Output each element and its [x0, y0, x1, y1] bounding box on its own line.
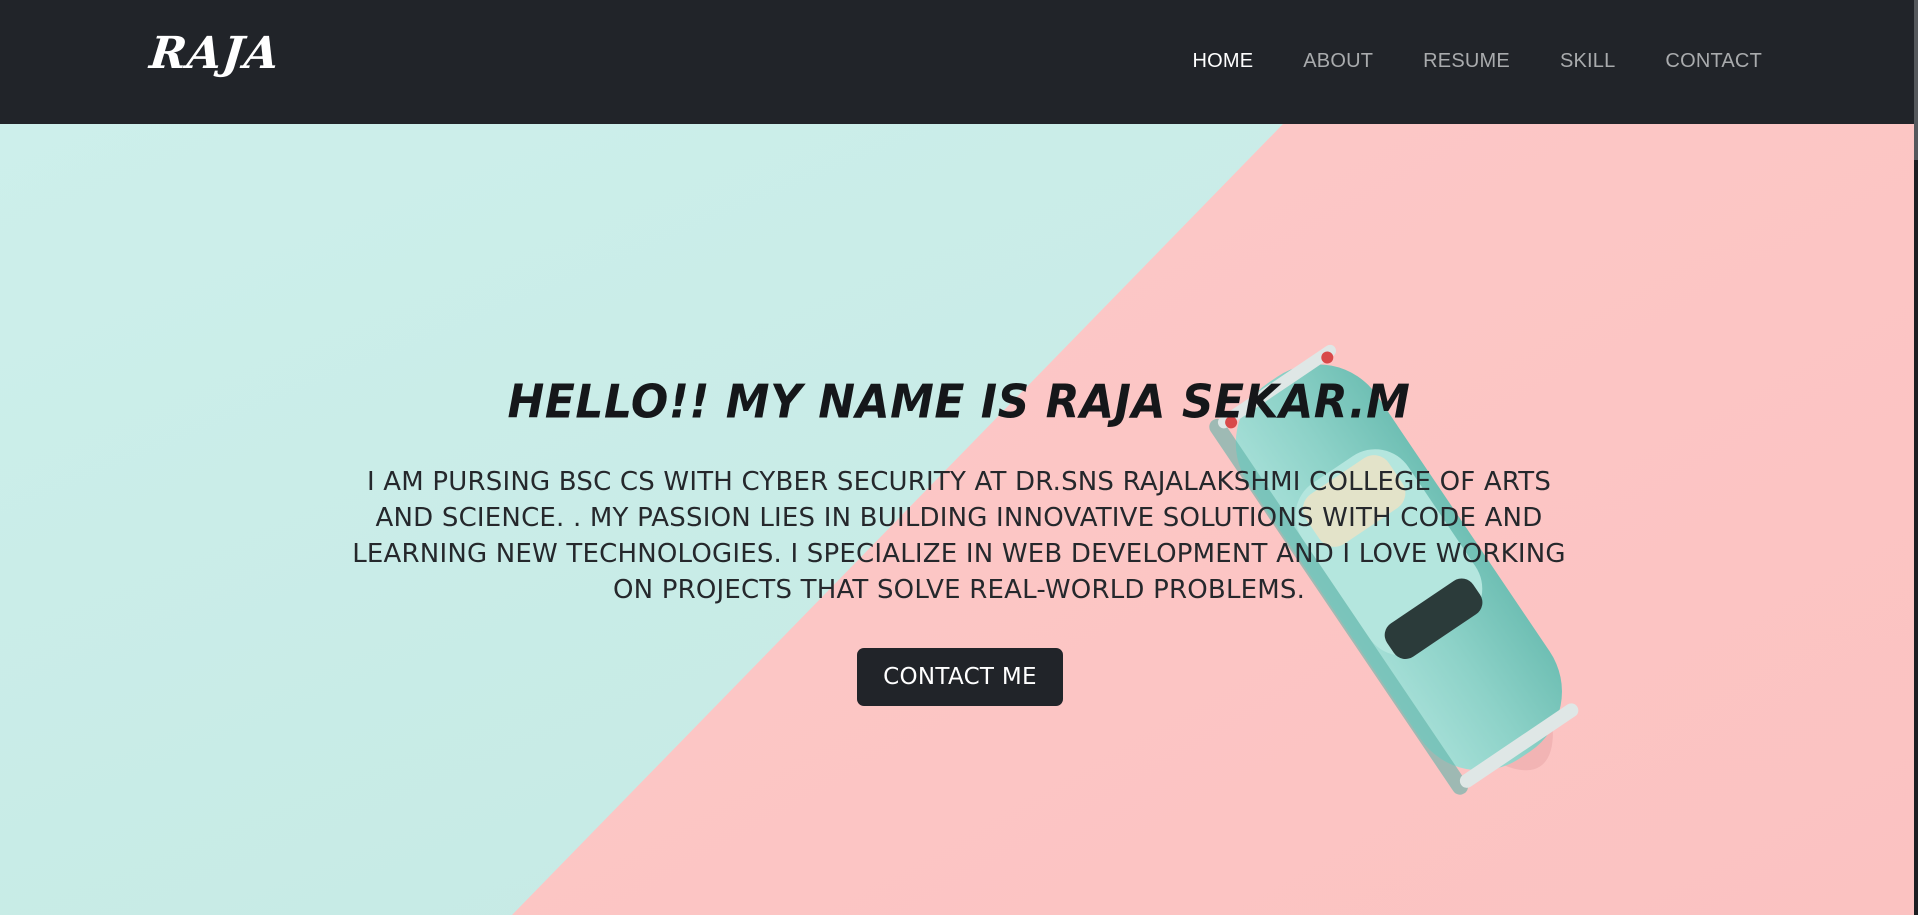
scrollbar-thumb[interactable]	[1914, 0, 1918, 160]
brand-logo[interactable]: RAJA	[147, 28, 282, 79]
contact-me-button[interactable]: CONTACT ME	[857, 648, 1063, 706]
navbar: RAJA HOME ABOUT RESUME SKILL CONTACT	[0, 0, 1918, 124]
nav-home-link[interactable]: HOME	[1192, 50, 1253, 73]
nav-about-link[interactable]: ABOUT	[1303, 50, 1373, 73]
nav-contact-link[interactable]: CONTACT	[1665, 50, 1762, 73]
page-scrollbar[interactable]	[1914, 0, 1918, 915]
hero-description: I AM PURSING BSC CS WITH CYBER SECURITY …	[352, 467, 1566, 605]
nav-skill-link[interactable]: SKILL	[1560, 50, 1615, 73]
hero-content: HELLO!! MY NAME IS RAJA SEKAR.M I AM PUR…	[0, 124, 1918, 915]
nav-resume-link[interactable]: RESUME	[1423, 50, 1510, 73]
hero-section: HELLO!! MY NAME IS RAJA SEKAR.M I AM PUR…	[0, 124, 1918, 915]
hero-title: HELLO!! MY NAME IS RAJA SEKAR.M	[507, 375, 1411, 430]
main-nav: HOME ABOUT RESUME SKILL CONTACT	[1142, 50, 1762, 73]
